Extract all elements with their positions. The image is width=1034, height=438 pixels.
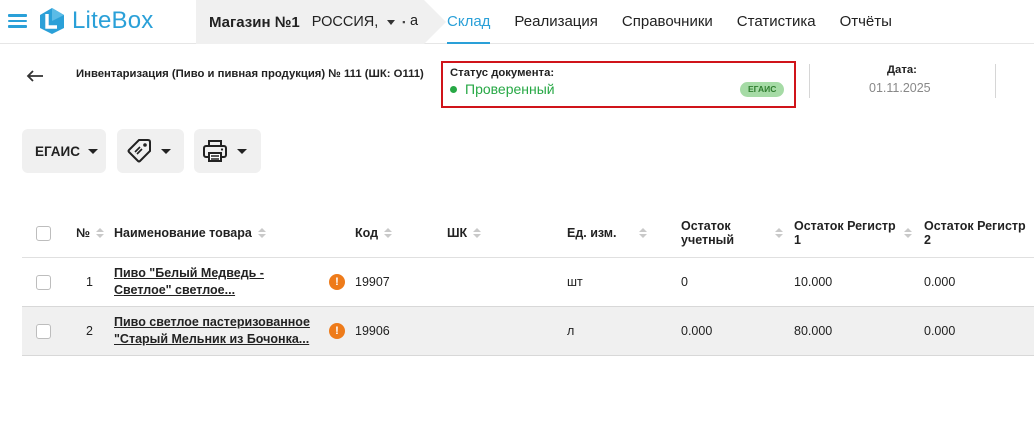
row-number: 1 xyxy=(86,275,93,289)
nav-item-sklad[interactable]: Склад xyxy=(447,0,491,44)
sort-icon[interactable] xyxy=(257,228,266,238)
column-header-unit[interactable]: Ед. изм. xyxy=(567,208,647,258)
product-name-line2: "Старый Мельник из Бочонка... xyxy=(114,332,310,346)
print-dropdown-button[interactable] xyxy=(194,129,261,173)
row-checkbox[interactable] xyxy=(36,274,51,290)
document-status-panel: Статус документа: Проверенный ЕГАИС xyxy=(441,61,796,108)
nav-item-statistika[interactable]: Статистика xyxy=(737,0,816,44)
product-name-line2: Светлое" светлое... xyxy=(114,283,236,297)
column-header-name[interactable]: Наименование товара xyxy=(114,208,266,258)
store-selector[interactable]: Магазин №1 РОССИЯ, ▪ xyxy=(196,0,446,44)
main-nav: Склад Реализация Справочники Статистика … xyxy=(447,0,916,44)
logo[interactable]: LiteBox xyxy=(38,6,153,36)
warning-cell: ! xyxy=(329,258,345,306)
table-header: № Наименование товара Код ШК Ед. изм. Ос… xyxy=(22,208,1034,258)
column-header-label: Остаток Регистр 1 xyxy=(794,219,896,247)
egais-button-label: ЕГАИС xyxy=(35,143,81,159)
product-code: 19906 xyxy=(355,324,390,338)
column-header-barcode[interactable]: ШК xyxy=(447,208,482,258)
column-header-reg2[interactable]: Остаток Регистр 2 xyxy=(924,208,1032,258)
row-checkbox-cell xyxy=(36,307,51,355)
chevron-down-icon xyxy=(237,148,247,154)
warning-icon[interactable]: ! xyxy=(329,323,345,339)
chevron-down-icon xyxy=(161,148,171,154)
status-dot-icon xyxy=(450,86,457,93)
store-name: Магазин №1 xyxy=(209,13,300,31)
column-header-label: № xyxy=(76,226,90,240)
egais-badge: ЕГАИС xyxy=(740,82,785,97)
column-header-num[interactable]: № xyxy=(76,208,104,258)
printer-icon xyxy=(202,138,228,164)
sort-icon[interactable] xyxy=(904,228,912,238)
row-checkbox-cell xyxy=(36,258,51,306)
nav-item-otchety[interactable]: Отчёты xyxy=(840,0,892,44)
stock-accounting: 0 xyxy=(681,275,688,289)
date-value: 01.11.2025 xyxy=(869,81,931,95)
divider xyxy=(995,64,996,98)
column-header-label: ШК xyxy=(447,226,468,240)
status-value: Проверенный xyxy=(465,81,555,97)
stock-register-1: 10.000 xyxy=(794,275,833,289)
store-country: РОССИЯ, xyxy=(311,14,379,30)
column-header-label: Наименование товара xyxy=(114,226,252,240)
select-all-checkbox-cell xyxy=(36,208,51,258)
table-row[interactable]: 1 Пиво "Белый Медведь - Светлое" светлое… xyxy=(22,258,1034,307)
menu-icon[interactable] xyxy=(8,14,27,28)
document-title: Инвентаризация (Пиво и пивная продукция)… xyxy=(76,68,424,80)
sort-icon[interactable] xyxy=(95,228,104,238)
row-number: 2 xyxy=(86,324,93,338)
product-name-line1: Пиво светлое пастеризованное xyxy=(114,315,310,329)
column-header-label: Остаток учетный xyxy=(681,219,735,247)
column-header-stock[interactable]: Остаток учетный xyxy=(681,208,791,258)
sort-icon[interactable] xyxy=(638,228,647,238)
back-arrow-icon[interactable] xyxy=(25,66,45,86)
sort-icon[interactable] xyxy=(384,228,393,238)
tag-dropdown-button[interactable] xyxy=(117,129,184,173)
product-name-cell: Пиво светлое пастеризованное "Старый Мел… xyxy=(114,307,324,355)
product-code: 19907 xyxy=(355,275,390,289)
row-checkbox[interactable] xyxy=(36,323,51,339)
date-label: Дата: xyxy=(887,64,917,76)
nav-item-realizaciya[interactable]: Реализация xyxy=(514,0,597,44)
chevron-down-icon xyxy=(88,148,99,154)
stock-register-2: 0.000 xyxy=(924,275,956,289)
chevron-down-icon xyxy=(387,19,396,25)
divider xyxy=(809,64,810,98)
top-navigation-bar: LiteBox Магазин №1 РОССИЯ, ▪ а Склад Реа… xyxy=(0,0,1034,44)
product-name-link[interactable]: Пиво светлое пастеризованное "Старый Мел… xyxy=(114,314,310,348)
stock-register-1: 80.000 xyxy=(794,324,833,338)
stock-accounting: 0.000 xyxy=(681,324,713,338)
table-row[interactable]: 2 Пиво светлое пастеризованное "Старый М… xyxy=(22,307,1034,356)
litebox-logo-icon xyxy=(38,7,66,35)
product-unit: л xyxy=(567,324,575,338)
column-header-label: Код xyxy=(355,226,379,240)
product-name-link[interactable]: Пиво "Белый Медведь - Светлое" светлое..… xyxy=(114,265,264,299)
product-name-cell: Пиво "Белый Медведь - Светлое" светлое..… xyxy=(114,258,324,306)
column-header-code[interactable]: Код xyxy=(355,208,393,258)
column-header-label: Остаток Регистр 2 xyxy=(924,219,1026,247)
product-name-line1: Пиво "Белый Медведь - xyxy=(114,266,264,280)
nav-item-spravochniki[interactable]: Справочники xyxy=(622,0,713,44)
sort-icon[interactable] xyxy=(473,228,482,238)
warning-icon[interactable]: ! xyxy=(329,274,345,290)
stock-register-2: 0.000 xyxy=(924,324,956,338)
logo-text: LiteBox xyxy=(72,7,154,34)
sort-icon[interactable] xyxy=(775,228,783,238)
product-unit: шт xyxy=(567,275,583,289)
egais-dropdown-button[interactable]: ЕГАИС xyxy=(22,129,106,173)
select-all-checkbox[interactable] xyxy=(36,225,51,241)
column-header-label: Ед. изм. xyxy=(567,226,617,240)
warning-cell: ! xyxy=(329,307,345,355)
tag-icon xyxy=(126,138,152,164)
products-table: № Наименование товара Код ШК Ед. изм. Ос… xyxy=(22,208,1034,356)
nav-item-truncated[interactable]: а xyxy=(410,13,418,29)
dot-icon: ▪ xyxy=(402,17,406,27)
status-label: Статус документа: xyxy=(450,67,555,79)
column-header-reg1[interactable]: Остаток Регистр 1 xyxy=(794,208,922,258)
